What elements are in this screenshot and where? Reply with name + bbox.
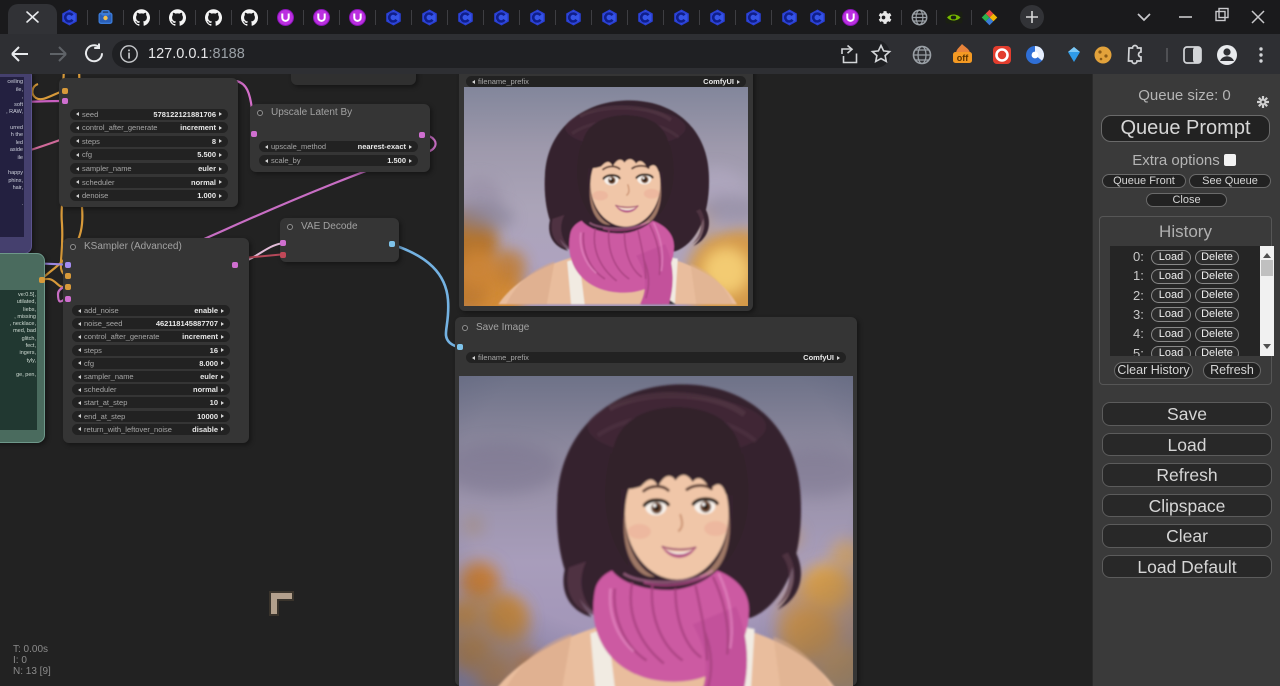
svg-text:off: off	[957, 53, 969, 63]
